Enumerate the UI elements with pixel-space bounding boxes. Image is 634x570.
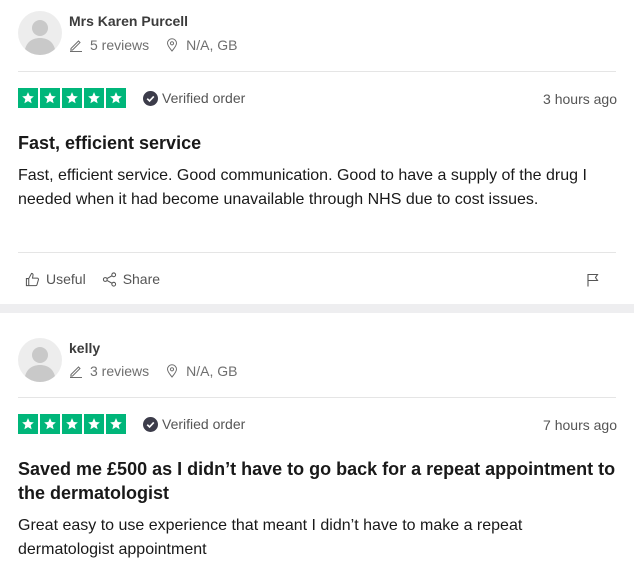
star-rating xyxy=(18,88,126,108)
verified-badge[interactable]: Verified order xyxy=(143,90,245,106)
review-title[interactable]: Fast, efficient service xyxy=(18,131,618,155)
star-icon xyxy=(62,414,82,434)
report-flag-icon[interactable] xyxy=(586,273,600,287)
star-icon xyxy=(18,88,38,108)
review-time: 7 hours ago xyxy=(543,417,617,433)
verified-label: Verified order xyxy=(162,416,246,432)
review-count: 3 reviews xyxy=(90,363,150,379)
review-card: Mrs Karen Purcell 5 reviews N/A, GB Veri… xyxy=(0,0,634,304)
review-separator xyxy=(0,304,634,313)
review-title[interactable]: Saved me £500 as I didn’t have to go bac… xyxy=(18,457,618,505)
reviewer-location: N/A, GB xyxy=(186,37,238,53)
verified-label: Verified order xyxy=(162,90,246,106)
verified-badge[interactable]: Verified order xyxy=(143,416,245,432)
star-icon xyxy=(106,88,126,108)
divider xyxy=(18,397,616,398)
review-actions: Useful Share xyxy=(25,271,160,287)
verified-check-icon xyxy=(143,416,158,432)
divider xyxy=(18,252,616,253)
thumbs-up-icon xyxy=(25,272,39,286)
share-icon xyxy=(102,271,116,287)
share-label: Share xyxy=(122,271,161,287)
star-rating xyxy=(18,414,126,434)
location-pin-icon xyxy=(167,38,178,52)
reviewer-meta: 3 reviews N/A, GB xyxy=(69,363,238,379)
reviewer-location: N/A, GB xyxy=(186,363,238,379)
useful-button[interactable]: Useful xyxy=(25,271,86,287)
star-icon xyxy=(40,414,60,434)
review-count: 5 reviews xyxy=(90,37,150,53)
star-icon xyxy=(106,414,126,434)
review-card: kelly 3 reviews N/A, GB Verified order 7… xyxy=(0,313,634,570)
pencil-icon xyxy=(70,40,82,52)
star-icon xyxy=(84,414,104,434)
star-icon xyxy=(62,88,82,108)
user-silhouette-icon xyxy=(24,347,56,382)
useful-label: Useful xyxy=(46,271,86,287)
reviewer-meta: 5 reviews N/A, GB xyxy=(69,37,238,53)
pencil-icon xyxy=(70,366,82,378)
verified-check-icon xyxy=(143,90,158,106)
review-body: Fast, efficient service. Good communicat… xyxy=(18,167,587,208)
review-time: 3 hours ago xyxy=(543,91,617,107)
review-body: Great easy to use experience that meant … xyxy=(18,517,523,558)
star-icon xyxy=(40,88,60,108)
share-button[interactable]: Share xyxy=(102,271,160,287)
user-silhouette-icon xyxy=(24,20,56,55)
avatar[interactable] xyxy=(18,11,62,55)
star-icon xyxy=(18,414,38,434)
location-pin-icon xyxy=(167,364,178,378)
reviewer-name[interactable]: kelly xyxy=(69,340,100,356)
divider xyxy=(18,71,616,72)
star-icon xyxy=(84,88,104,108)
reviewer-name[interactable]: Mrs Karen Purcell xyxy=(69,13,188,29)
avatar[interactable] xyxy=(18,338,62,382)
